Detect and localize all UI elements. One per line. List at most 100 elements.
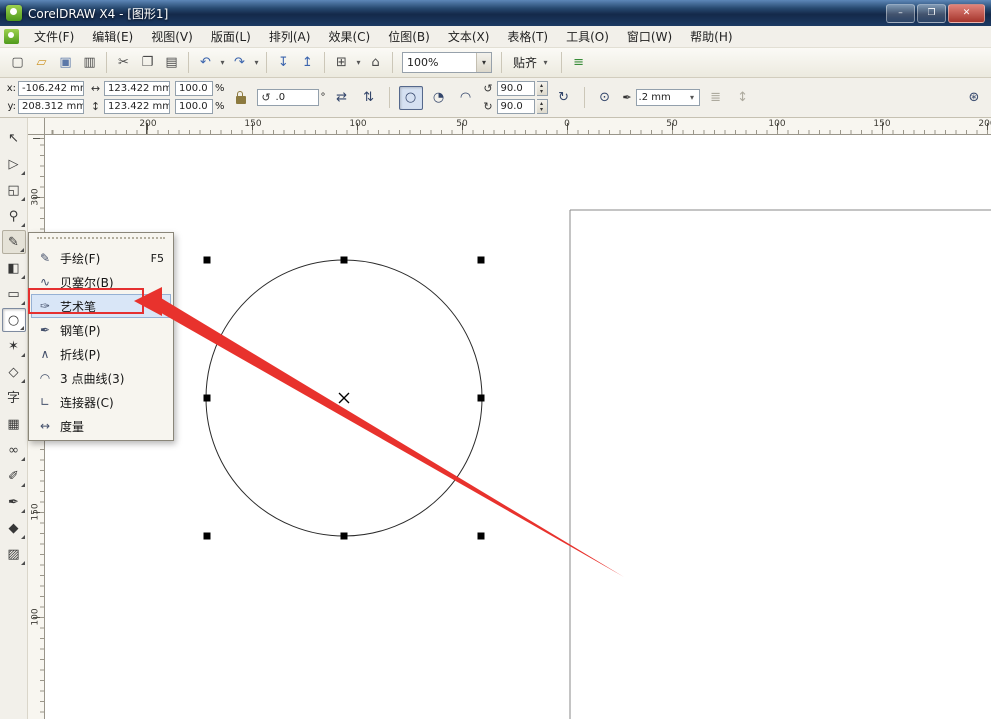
object-properties-button[interactable]: ⊛ [963,87,985,109]
zoom-level-value: 100% [407,56,439,69]
object-height-input[interactable]: 123.422 mm [104,99,170,114]
rotation-angle-value: .0 [275,92,286,103]
rotation-angle-field[interactable]: ↺ .0 [256,89,319,106]
tool-icon: ⚲ [8,208,19,224]
flyout-item-artistic-media[interactable]: ✑ 艺术笔 I [31,294,171,318]
table-tool[interactable]: ▦ [2,412,26,436]
menu-table[interactable]: 表格(T) [498,25,557,48]
paste-button[interactable]: ▤ [160,51,183,74]
mirror-horizontal-button[interactable]: ⇄ [331,87,353,109]
outline-width-combo[interactable]: .2 mm ▾ [635,89,700,106]
polygon-tool[interactable]: ✶ [2,334,26,358]
horizontal-ruler[interactable]: 200 150 100 50 0 50 100 150 200 [45,118,991,135]
ruler-origin[interactable] [28,118,45,135]
outline-pen-icon: ✒ [622,91,632,104]
y-position-input[interactable]: 208.312 mm [18,99,84,114]
export-button[interactable]: ↥ [296,51,319,74]
zoom-tool[interactable]: ⚲ [2,204,26,228]
menu-text[interactable]: 文本(X) [439,25,499,48]
flyout-item-label: 钢笔(P) [60,323,101,338]
open-button[interactable]: ▱ [30,51,53,74]
welcome-screen-button[interactable]: ⌂ [364,51,387,74]
menu-tools[interactable]: 工具(O) [557,25,618,48]
menu-bitmaps[interactable]: 位图(B) [379,25,439,48]
arc-direction-button[interactable]: ↻ [553,87,575,109]
interactive-blend-tool[interactable]: ∞ [2,438,26,462]
eyedropper-tool[interactable]: ✐ [2,464,26,488]
scale-horizontal-input[interactable]: 100.0 [175,81,213,96]
maximize-button[interactable]: ❐ [917,3,946,23]
flyout-item-pen[interactable]: ✒ 钢笔(P) [31,318,171,342]
start-angle-input[interactable]: 90.0 [496,81,535,96]
pie-mode-button[interactable]: ◔ [428,87,450,109]
mirror-vertical-button[interactable]: ⇅ [358,87,380,109]
basic-shapes-tool[interactable]: ◇ [2,360,26,384]
smart-fill-tool[interactable]: ◧ [2,256,26,280]
object-width-input[interactable]: 123.422 mm [104,81,170,96]
menu-window[interactable]: 窗口(W) [618,25,681,48]
drawing-canvas[interactable] [45,135,991,719]
crop-tool[interactable]: ◱ [2,178,26,202]
scale-vertical-input[interactable]: 100.0 [175,99,213,114]
ellipse-tool[interactable]: ○ [1,308,26,332]
start-angle-spinner[interactable]: ▴ ▾ [536,81,548,96]
flyout-item-polyline[interactable]: ∧ 折线(P) [31,342,171,366]
application-launcher-button[interactable]: ⊞ [330,51,353,74]
zoom-level-combo[interactable]: 100% ▾ [402,52,492,73]
dimension-button[interactable]: ↕ [732,87,754,109]
end-angle-input[interactable]: 90.0 [496,99,535,114]
tool-icon: 字 [6,390,20,406]
print-button[interactable]: ▥ [78,51,101,74]
menu-view[interactable]: 视图(V) [142,25,202,48]
text-tool[interactable]: 字 [2,386,26,410]
import-button[interactable]: ↧ [272,51,295,74]
undo-dropdown[interactable]: ▾ [218,58,227,67]
flyout-item-connector[interactable]: ∟ 连接器(C) [31,390,171,414]
export-icon: ↥ [302,55,313,70]
menu-layout[interactable]: 版面(L) [202,25,260,48]
copy-button[interactable]: ❐ [136,51,159,74]
wrap-paragraph-text-button[interactable]: ≣ [705,87,727,109]
options-icon: ≡ [573,55,584,70]
flyout-item-freehand[interactable]: ✎ 手绘(F) F5 [31,246,171,270]
menu-edit[interactable]: 编辑(E) [83,25,142,48]
flyout-item-dimension[interactable]: ↔ 度量 [31,414,171,438]
close-button[interactable]: ✕ [948,3,985,23]
pick-tool[interactable]: ↖ [2,126,26,150]
menu-effects[interactable]: 效果(C) [319,25,379,48]
application-launcher-dropdown[interactable]: ▾ [354,58,363,67]
redo-dropdown[interactable]: ▾ [252,58,261,67]
import-icon: ↧ [278,55,289,70]
x-position-input[interactable]: -106.242 mm [18,81,84,96]
fill-tool[interactable]: ◆ [2,516,26,540]
snap-to-button[interactable]: 贴齐 ▾ [507,52,556,74]
outline-pen-tool[interactable]: ✒ [2,490,26,514]
freehand-curve-tool[interactable]: ✎ [1,230,26,254]
outline-width-dropdown-icon: ▾ [690,93,695,102]
save-button[interactable]: ▣ [54,51,77,74]
tool-icon: ▷ [8,156,19,172]
ellipse-mode-button[interactable]: ○ [398,85,423,110]
flyout-item-bezier[interactable]: ∿ 贝塞尔(B) [31,270,171,294]
v-ruler-label: 100 [30,608,41,626]
rectangle-tool[interactable]: ▭ [2,282,26,306]
minimize-button[interactable]: – [886,3,915,23]
end-angle-spinner[interactable]: ▴ ▾ [536,99,548,114]
menu-arrange[interactable]: 排列(A) [260,25,320,48]
cut-button[interactable]: ✂ [112,51,135,74]
options-button[interactable]: ≡ [567,51,590,74]
flyout-grip-handle[interactable] [37,237,165,242]
menu-file[interactable]: 文件(F) [25,25,83,48]
new-button[interactable]: ▢ [6,51,29,74]
convert-to-curves-button[interactable]: ⊙ [594,87,616,109]
shape-tool[interactable]: ▷ [2,152,26,176]
flyout-item-3-point-curve[interactable]: ◠ 3 点曲线(3) [31,366,171,390]
interactive-fill-tool[interactable]: ▨ [2,542,26,566]
zoom-dropdown-icon[interactable]: ▾ [476,53,491,72]
arc-mode-button[interactable]: ◠ [455,87,477,109]
redo-button[interactable]: ↷ [228,51,251,74]
menu-help[interactable]: 帮助(H) [681,25,741,48]
tool-icon: ✒ [8,494,19,510]
lock-ratio-button[interactable] [230,87,252,109]
undo-button[interactable]: ↶ [194,51,217,74]
